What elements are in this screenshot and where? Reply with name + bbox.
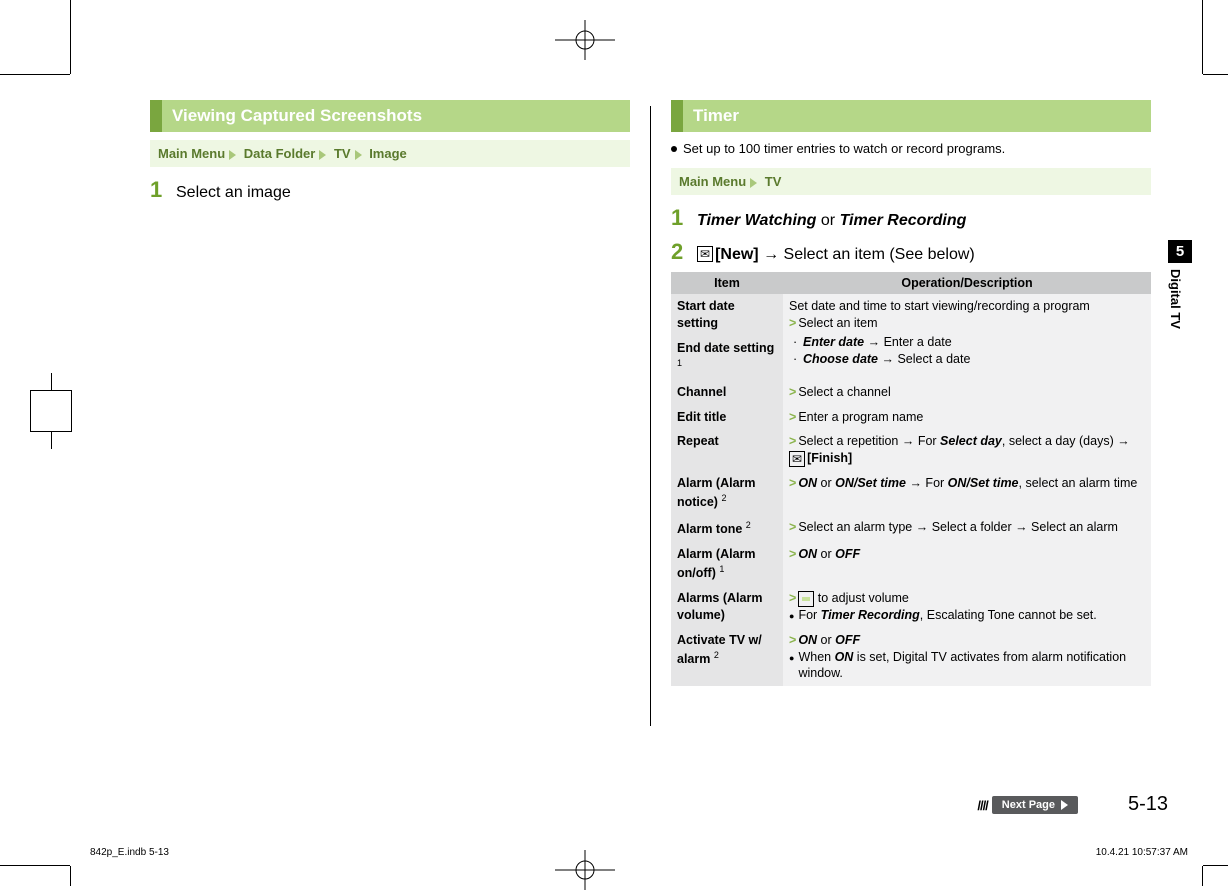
- crop-mark: [70, 0, 71, 74]
- hatch-icon: ////: [977, 798, 987, 813]
- crop-mark: [1203, 74, 1228, 75]
- crop-mark: [1202, 0, 1203, 74]
- arrow-right-icon: [1061, 800, 1068, 810]
- step-2-right: 2 ✉[New] → Select an item (See below): [671, 239, 1151, 266]
- cell-desc: >Select a repetition → For Select day, s…: [783, 429, 1151, 471]
- right-column: Timer Set up to 100 timer entries to wat…: [651, 100, 1151, 826]
- step-text: Select an image: [176, 180, 291, 204]
- crumb: TV: [765, 174, 782, 189]
- cell-desc: >ON or ON/Set time → For ON/Set time, se…: [783, 471, 1151, 515]
- step-number: 1: [150, 177, 176, 203]
- step-number: 1: [671, 205, 697, 231]
- text: or: [816, 212, 839, 229]
- crop-mark: [1203, 865, 1228, 866]
- cell-item: Start date setting: [671, 294, 783, 336]
- crop-mark: [1202, 866, 1203, 886]
- table-header-row: Item Operation/Description: [671, 272, 1151, 294]
- chapter-number: 5: [1168, 240, 1192, 263]
- page-number: 5-13: [1128, 793, 1168, 816]
- softkey-label: [New]: [715, 246, 759, 263]
- crumb: Image: [369, 146, 407, 161]
- footer-right: 10.4.21 10:57:37 AM: [1096, 847, 1188, 858]
- chevron-right-icon: [229, 150, 236, 160]
- step-text: Timer Watching or Timer Recording: [697, 208, 966, 232]
- breadcrumb-left: Main Menu Data Folder TV Image: [150, 140, 630, 167]
- print-footer: 842p_E.indb 5-13 10.4.21 10:57:37 AM: [90, 847, 1188, 858]
- table-row: Alarm (Alarm notice) 2 >ON or ON/Set tim…: [671, 471, 1151, 515]
- table-row: Alarm tone 2 >Select an alarm type → Sel…: [671, 515, 1151, 542]
- cell-item: Alarm tone 2: [671, 515, 783, 542]
- crumb: Main Menu: [679, 174, 746, 189]
- cell-item: Repeat: [671, 429, 783, 471]
- cell-item: Channel: [671, 380, 783, 405]
- envelope-icon: ✉: [697, 246, 713, 262]
- crop-mark: [0, 74, 70, 75]
- chevron-right-icon: [319, 150, 326, 160]
- cell-desc: >Enter a program name: [783, 405, 1151, 430]
- section-title-timer: Timer: [671, 100, 1151, 132]
- cell-desc: >ON or OFF: [783, 542, 1151, 586]
- table-row: Start date setting Set date and time to …: [671, 294, 1151, 336]
- section-title-screenshots: Viewing Captured Screenshots: [150, 100, 630, 132]
- table-row: Repeat >Select a repetition → For Select…: [671, 429, 1151, 471]
- breadcrumb-right: Main Menu TV: [671, 168, 1151, 195]
- list-item: Choose date → Select a date: [803, 351, 1145, 368]
- th-desc: Operation/Description: [783, 272, 1151, 294]
- cell-item: Alarm (Alarm notice) 2: [671, 471, 783, 515]
- table-row: Edit title >Enter a program name: [671, 405, 1151, 430]
- cell-desc: >Select an alarm type → Select a folder …: [783, 515, 1151, 542]
- left-column: Viewing Captured Screenshots Main Menu D…: [150, 100, 650, 826]
- chevron-right-icon: [750, 178, 757, 188]
- crop-mark: [0, 865, 70, 866]
- cell-item: End date setting 1: [671, 336, 783, 380]
- text: Set date and time to start viewing/recor…: [789, 298, 1145, 315]
- registration-mark-icon: [555, 20, 615, 60]
- crop-mark: [70, 866, 71, 886]
- option: Timer Recording: [840, 212, 967, 229]
- chevron-right-icon: [355, 150, 362, 160]
- text: Select an item: [798, 316, 877, 330]
- step-number: 2: [671, 239, 697, 265]
- text: → Select an item (See below): [759, 246, 975, 263]
- step-1-right: 1 Timer Watching or Timer Recording: [671, 205, 1151, 232]
- next-page-button: Next Page: [992, 796, 1078, 814]
- footer-left: 842p_E.indb 5-13: [90, 847, 169, 858]
- cell-desc: >Select a channel: [783, 380, 1151, 405]
- note-text: Set up to 100 timer entries to watch or …: [671, 140, 1151, 158]
- cell-desc: Set date and time to start viewing/recor…: [783, 294, 1151, 380]
- crumb: Data Folder: [244, 146, 316, 161]
- crumb: Main Menu: [158, 146, 225, 161]
- chevron-right-icon: >: [789, 316, 796, 330]
- crumb: TV: [334, 146, 351, 161]
- option: Timer Watching: [697, 212, 816, 229]
- envelope-icon: ✉: [789, 451, 805, 467]
- cell-item: Alarm (Alarm on/off) 1: [671, 542, 783, 586]
- note: Set up to 100 timer entries to watch or …: [671, 140, 1151, 158]
- cell-item: Alarms (Alarm volume): [671, 586, 783, 628]
- cell-item: Activate TV w/ alarm 2: [671, 628, 783, 687]
- step-1-left: 1 Select an image: [150, 177, 630, 204]
- table-row: Channel >Select a channel: [671, 380, 1151, 405]
- chapter-tab: 5 Digital TV: [1168, 240, 1192, 335]
- next-page-label: Next Page: [1002, 799, 1055, 811]
- th-item: Item: [671, 272, 783, 294]
- dpad-icon: [798, 591, 814, 607]
- list-item: Enter date → Enter a date: [803, 334, 1145, 351]
- page-content: Viewing Captured Screenshots Main Menu D…: [150, 100, 1173, 826]
- cell-desc: > to adjust volume For Timer Recording, …: [783, 586, 1151, 628]
- chapter-label: Digital TV: [1168, 263, 1187, 335]
- timer-settings-table: Item Operation/Description Start date se…: [671, 272, 1151, 686]
- table-row: Alarms (Alarm volume) > to adjust volume…: [671, 586, 1151, 628]
- table-row: Activate TV w/ alarm 2 >ON or OFF When O…: [671, 628, 1151, 687]
- cell-item: Edit title: [671, 405, 783, 430]
- next-page-indicator: //// Next Page: [977, 796, 1078, 814]
- table-row: Alarm (Alarm on/off) 1 >ON or OFF: [671, 542, 1151, 586]
- crop-mark: [30, 390, 72, 432]
- cell-desc: >ON or OFF When ON is set, Digital TV ac…: [783, 628, 1151, 687]
- step-text: ✉[New] → Select an item (See below): [697, 242, 975, 266]
